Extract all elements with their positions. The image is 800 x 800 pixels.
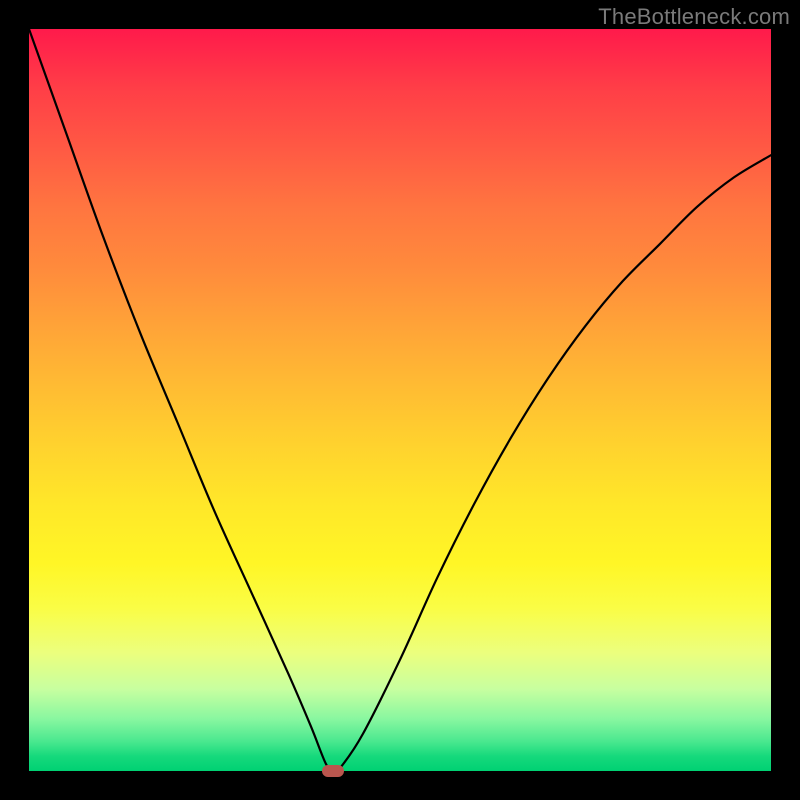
watermark-text: TheBottleneck.com	[598, 4, 790, 30]
optimal-point-marker	[322, 765, 344, 777]
plot-area	[29, 29, 771, 771]
chart-frame: TheBottleneck.com	[0, 0, 800, 800]
bottleneck-curve	[29, 29, 771, 771]
